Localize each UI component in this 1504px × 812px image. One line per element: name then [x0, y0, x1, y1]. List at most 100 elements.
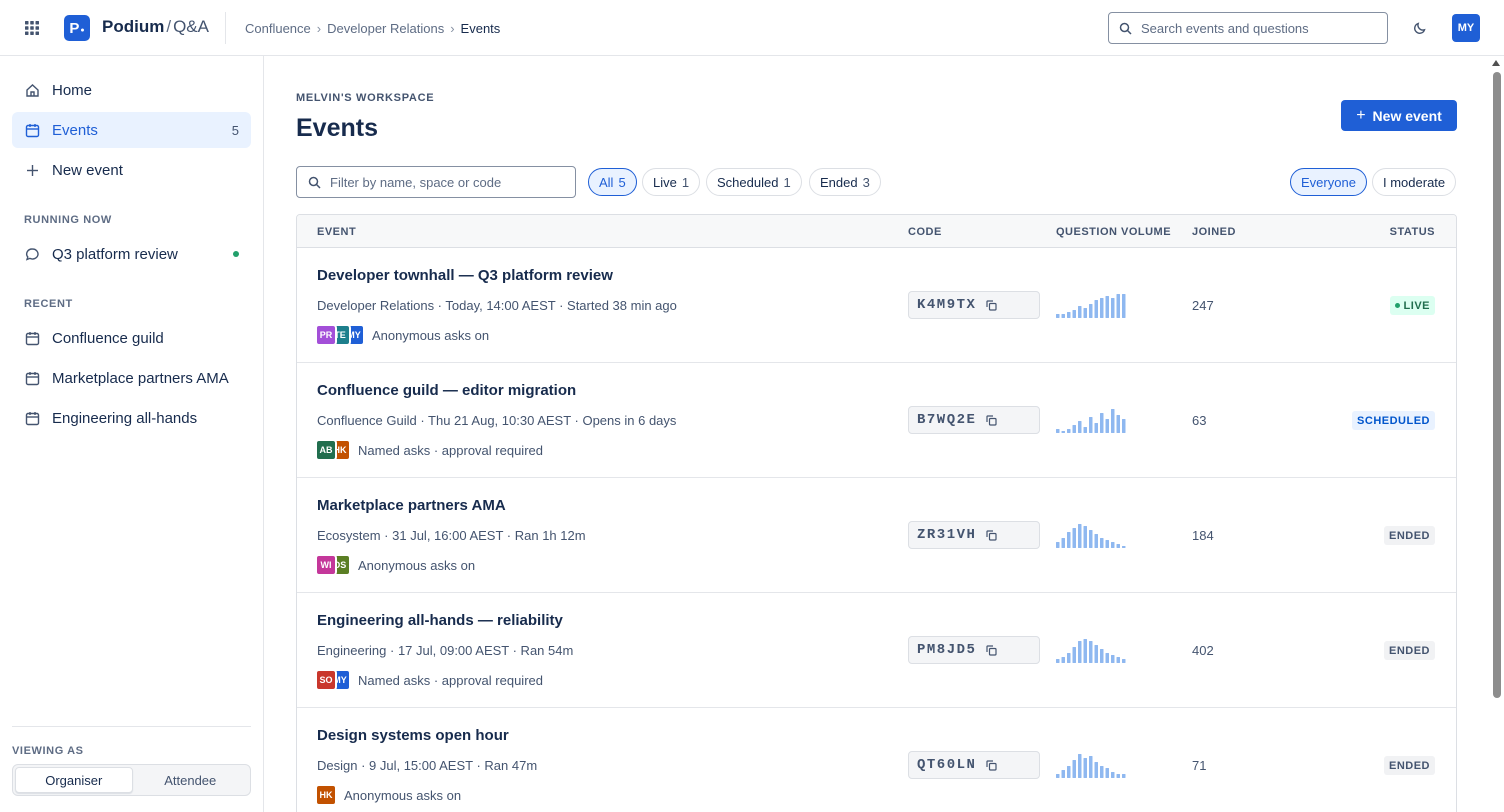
live-indicator-dot — [233, 251, 239, 257]
volume-bar — [1100, 298, 1104, 318]
host-avatar: WI — [315, 554, 337, 576]
table-row[interactable]: Design systems open hour Design · 9 Jul, … — [297, 708, 1456, 812]
table-row[interactable]: Engineering all-hands — reliability Engin… — [297, 593, 1456, 708]
joined-count: 63 — [1192, 413, 1207, 428]
volume-bar — [1061, 657, 1065, 663]
event-meta: Engineering · 17 Jul, 09:00 AEST · Ran 5… — [317, 643, 574, 658]
status-badge: ENDED — [1383, 756, 1435, 775]
sidebar-item-home[interactable]: Home — [12, 72, 251, 108]
volume-bar — [1061, 431, 1065, 433]
column-header-joined[interactable]: JOINED — [1192, 226, 1236, 238]
sidebar-item-engineering-all-hands[interactable]: Engineering all-hands — [12, 400, 251, 436]
volume-bar — [1111, 298, 1115, 318]
volume-bar — [1094, 645, 1098, 663]
column-header-event[interactable]: EVENT — [317, 226, 356, 238]
join-code[interactable]: QT60LN — [908, 751, 1040, 779]
user-avatar[interactable]: MY — [1452, 14, 1480, 42]
filter-chip-all[interactable]: All 5 — [588, 168, 637, 196]
scroll-up-arrow-icon[interactable] — [1492, 60, 1500, 66]
volume-bar — [1094, 300, 1098, 318]
volume-bar — [1094, 423, 1098, 433]
sidebar-item-marketplace-partners-ama[interactable]: Marketplace partners AMA — [12, 360, 251, 396]
new-event-button[interactable]: + New event — [1341, 100, 1457, 131]
volume-bar — [1111, 772, 1115, 778]
calendar-icon — [24, 122, 40, 138]
volume-bar — [1111, 655, 1115, 663]
event-hosts: WI DS Anonymous asks on — [315, 554, 475, 576]
plus-icon: + — [1356, 106, 1366, 124]
sidebar-item-q3-platform-review[interactable]: Q3 platform review — [12, 236, 251, 272]
volume-bar — [1105, 296, 1109, 318]
app-title: Podium / Q&A — [102, 17, 209, 36]
table-row[interactable]: Marketplace partners AMA Ecosystem · 31 J… — [297, 478, 1456, 593]
sidebar-item-new-event[interactable]: New event — [12, 152, 251, 188]
volume-bar — [1067, 653, 1071, 663]
copy-icon[interactable] — [986, 299, 998, 311]
table-row[interactable]: Confluence guild — editor migration Confl… — [297, 363, 1456, 478]
breadcrumb-confluence[interactable]: Confluence — [245, 21, 311, 36]
join-code[interactable]: ZR31VH — [908, 521, 1040, 549]
scrollbar-thumb[interactable] — [1493, 72, 1501, 698]
question-volume-sparkline — [1056, 754, 1126, 778]
join-code[interactable]: K4M9TX — [908, 291, 1040, 319]
running-now-heading: RUNNING NOW — [24, 214, 112, 226]
table-row[interactable]: Developer townhall — Q3 platform review D… — [297, 248, 1456, 363]
app-switcher-icon[interactable] — [20, 16, 44, 40]
volume-bar — [1116, 774, 1120, 778]
event-filter-input[interactable] — [330, 174, 560, 190]
event-name[interactable]: Confluence guild — editor migration — [317, 382, 576, 399]
join-code-value: QT60LN — [917, 757, 977, 773]
joined-count: 247 — [1192, 298, 1214, 313]
workspace-label: MELVIN'S WORKSPACE — [296, 92, 435, 104]
podium-logo[interactable]: P ● — [64, 15, 90, 41]
volume-bar — [1116, 657, 1120, 663]
plus-icon — [24, 162, 40, 178]
copy-icon[interactable] — [986, 529, 998, 541]
home-icon — [24, 82, 40, 98]
scope-chip-i-moderate[interactable]: I moderate — [1372, 168, 1457, 196]
filter-chip-ended[interactable]: Ended 3 — [809, 168, 881, 196]
global-search-input[interactable] — [1141, 20, 1371, 36]
sidebar-item-events[interactable]: Events 5 — [12, 112, 251, 148]
volume-bar — [1078, 306, 1082, 318]
event-name[interactable]: Marketplace partners AMA — [317, 497, 506, 514]
volume-bar — [1056, 774, 1060, 778]
join-code[interactable]: PM8JD5 — [908, 636, 1040, 664]
volume-bar — [1116, 415, 1120, 433]
sidebar-item-confluence-guild[interactable]: Confluence guild — [12, 320, 251, 356]
scope-chip-everyone[interactable]: Everyone — [1290, 168, 1367, 196]
join-code[interactable]: B7WQ2E — [908, 406, 1040, 434]
copy-icon[interactable] — [986, 414, 998, 426]
sidebar-item-label: Home — [52, 81, 93, 99]
copy-icon[interactable] — [986, 644, 998, 656]
view-option-organiser[interactable]: Organiser — [15, 767, 133, 793]
view-option-attendee[interactable]: Attendee — [133, 767, 249, 793]
filter-chip-scheduled[interactable]: Scheduled 1 — [706, 168, 802, 196]
volume-bar — [1072, 760, 1076, 778]
moon-icon[interactable] — [1410, 18, 1430, 38]
breadcrumb-developer-relations[interactable]: Developer Relations — [327, 21, 444, 36]
volume-bar — [1072, 647, 1076, 663]
global-search[interactable] — [1108, 12, 1388, 44]
event-name[interactable]: Design systems open hour — [317, 727, 509, 744]
copy-icon[interactable] — [986, 759, 998, 771]
event-name[interactable]: Engineering all-hands — reliability — [317, 612, 563, 629]
filter-chip-live[interactable]: Live 1 — [642, 168, 701, 196]
event-name[interactable]: Developer townhall — Q3 platform review — [317, 267, 613, 284]
volume-bar — [1089, 641, 1093, 663]
host-avatar: SO — [315, 669, 337, 691]
volume-bar — [1067, 766, 1071, 778]
volume-bar — [1056, 659, 1060, 663]
event-filter[interactable] — [296, 166, 576, 198]
recent-heading: RECENT — [24, 298, 73, 310]
volume-bar — [1072, 528, 1076, 548]
host-avatar: HK — [315, 784, 337, 806]
volume-bar — [1072, 425, 1076, 433]
volume-bar — [1105, 653, 1109, 663]
column-header-question-volume[interactable]: QUESTION VOLUME — [1056, 226, 1171, 238]
column-header-status[interactable]: STATUS — [1390, 226, 1435, 238]
column-header-code[interactable]: CODE — [908, 226, 942, 238]
ask-mode-text: Named asks · approval required — [358, 442, 543, 458]
breadcrumb-events: Events — [460, 21, 501, 36]
volume-bar — [1056, 429, 1060, 433]
